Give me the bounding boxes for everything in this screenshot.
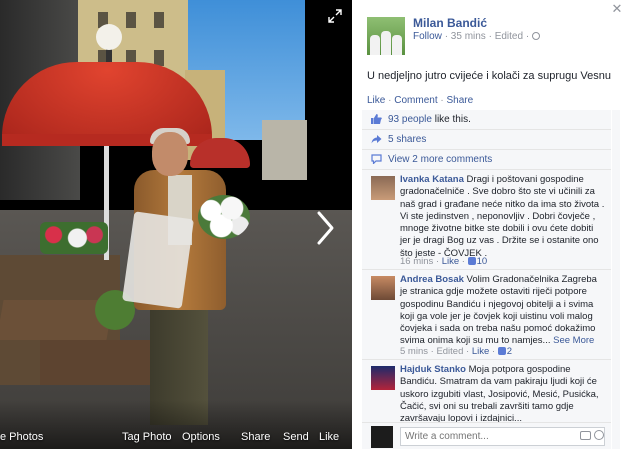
commenter-name[interactable]: Ivanka Katana — [400, 174, 464, 185]
commenter-name[interactable]: Hajduk Stanko — [400, 364, 466, 375]
likes-suffix: like this. — [434, 114, 471, 125]
author-name[interactable]: Milan Bandić — [413, 16, 487, 30]
options-button[interactable]: Options — [182, 431, 220, 443]
meta-separator: · — [525, 31, 532, 42]
edited-label[interactable]: Edited — [495, 31, 523, 42]
share-button[interactable]: Share — [241, 431, 270, 443]
comment-bubble-icon — [371, 154, 382, 164]
thumbs-up-icon — [497, 347, 506, 355]
current-user-avatar — [371, 426, 393, 448]
comment-item: Ivanka Katana Dragi i poštovani gospodin… — [362, 170, 611, 270]
share-icon — [371, 135, 382, 144]
photo-stage: e Photos Tag Photo Options Share Send Li… — [0, 0, 352, 449]
photos-link[interactable]: e Photos — [0, 431, 43, 443]
comment-likes-count[interactable]: 10 — [467, 256, 487, 267]
comment-time[interactable]: 5 mins — [400, 346, 428, 357]
photo-flower-pots — [40, 222, 108, 254]
comment-input[interactable] — [400, 427, 605, 446]
share-link[interactable]: Share — [447, 95, 474, 106]
like-link[interactable]: Like — [367, 95, 385, 106]
send-button[interactable]: Send — [283, 431, 309, 443]
photo-table — [40, 340, 150, 385]
view-more-comments-link[interactable]: View 2 more comments — [388, 154, 492, 165]
post-time[interactable]: 35 mins — [451, 31, 486, 42]
comment-text: Dragi i poštovani gospodine gradonačelni… — [400, 174, 605, 259]
see-more-link[interactable]: See More — [553, 335, 594, 346]
likes-summary: 93 people like this. — [362, 110, 611, 130]
comment-meta: 16 mins · Like · 10 — [400, 256, 488, 267]
commenter-avatar[interactable] — [371, 176, 395, 200]
camera-icon[interactable] — [580, 431, 591, 440]
shares-link[interactable]: 5 shares — [388, 134, 426, 145]
thumbs-up-icon — [467, 257, 476, 265]
chevron-right-icon[interactable] — [310, 208, 340, 248]
comment-body: Hajduk Stanko Moja potpora gospodine Ban… — [400, 364, 605, 425]
post-actions: Like · Comment · Share — [367, 95, 474, 106]
commenter-avatar[interactable] — [371, 366, 395, 390]
commenter-name[interactable]: Andrea Bosak — [400, 274, 464, 285]
comment-item: Andrea Bosak Volim Gradonačelnika Zagreb… — [362, 270, 611, 360]
follow-button[interactable]: Follow — [413, 31, 442, 42]
expand-icon[interactable] — [328, 9, 342, 23]
comment-meta: 5 mins · Edited · Like · 2 — [400, 346, 513, 357]
view-more-comments: View 2 more comments — [362, 150, 611, 170]
comment-time[interactable]: 16 mins — [400, 256, 433, 267]
close-icon[interactable]: ✕ — [611, 2, 623, 15]
comment-like-link[interactable]: Like — [442, 256, 459, 267]
photo-action-bar: e Photos Tag Photo Options Share Send Li… — [0, 424, 352, 449]
globe-icon[interactable] — [531, 32, 540, 40]
photo-wrapped-pastries — [122, 211, 194, 309]
comment-likes-count[interactable]: 2 — [497, 346, 512, 357]
post-photo[interactable] — [0, 0, 352, 449]
emoji-icon[interactable] — [594, 430, 604, 440]
thumbs-up-icon — [371, 114, 382, 124]
like-button[interactable]: Like — [319, 431, 339, 443]
photo-bouquet — [198, 195, 250, 239]
tag-photo-button[interactable]: Tag Photo — [122, 431, 172, 443]
photo-man-head — [152, 132, 188, 176]
post-meta: Follow · 35 mins · Edited · — [413, 31, 540, 42]
comments-scrollbar[interactable] — [612, 110, 620, 449]
comment-item: Hajduk Stanko Moja potpora gospodine Ban… — [362, 360, 611, 425]
comment-body: Andrea Bosak Volim Gradonačelnika Zagreb… — [400, 274, 605, 348]
post-text: U nedjeljno jutro cvijeće i kolači za su… — [367, 70, 611, 82]
comment-link[interactable]: Comment — [394, 95, 437, 106]
author-avatar[interactable] — [367, 17, 405, 55]
feedback-panel: 93 people like this. 5 shares View 2 mor… — [362, 110, 611, 449]
likes-count-link[interactable]: 93 people — [388, 114, 432, 125]
comment-like-link[interactable]: Like — [472, 346, 489, 357]
photo-lamp — [96, 24, 122, 50]
comment-edited[interactable]: Edited — [436, 346, 463, 357]
write-comment-row — [362, 422, 611, 449]
photo-building-far — [262, 120, 307, 180]
commenter-avatar[interactable] — [371, 276, 395, 300]
comment-body: Ivanka Katana Dragi i poštovani gospodin… — [400, 174, 605, 260]
shares-summary: 5 shares — [362, 130, 611, 150]
